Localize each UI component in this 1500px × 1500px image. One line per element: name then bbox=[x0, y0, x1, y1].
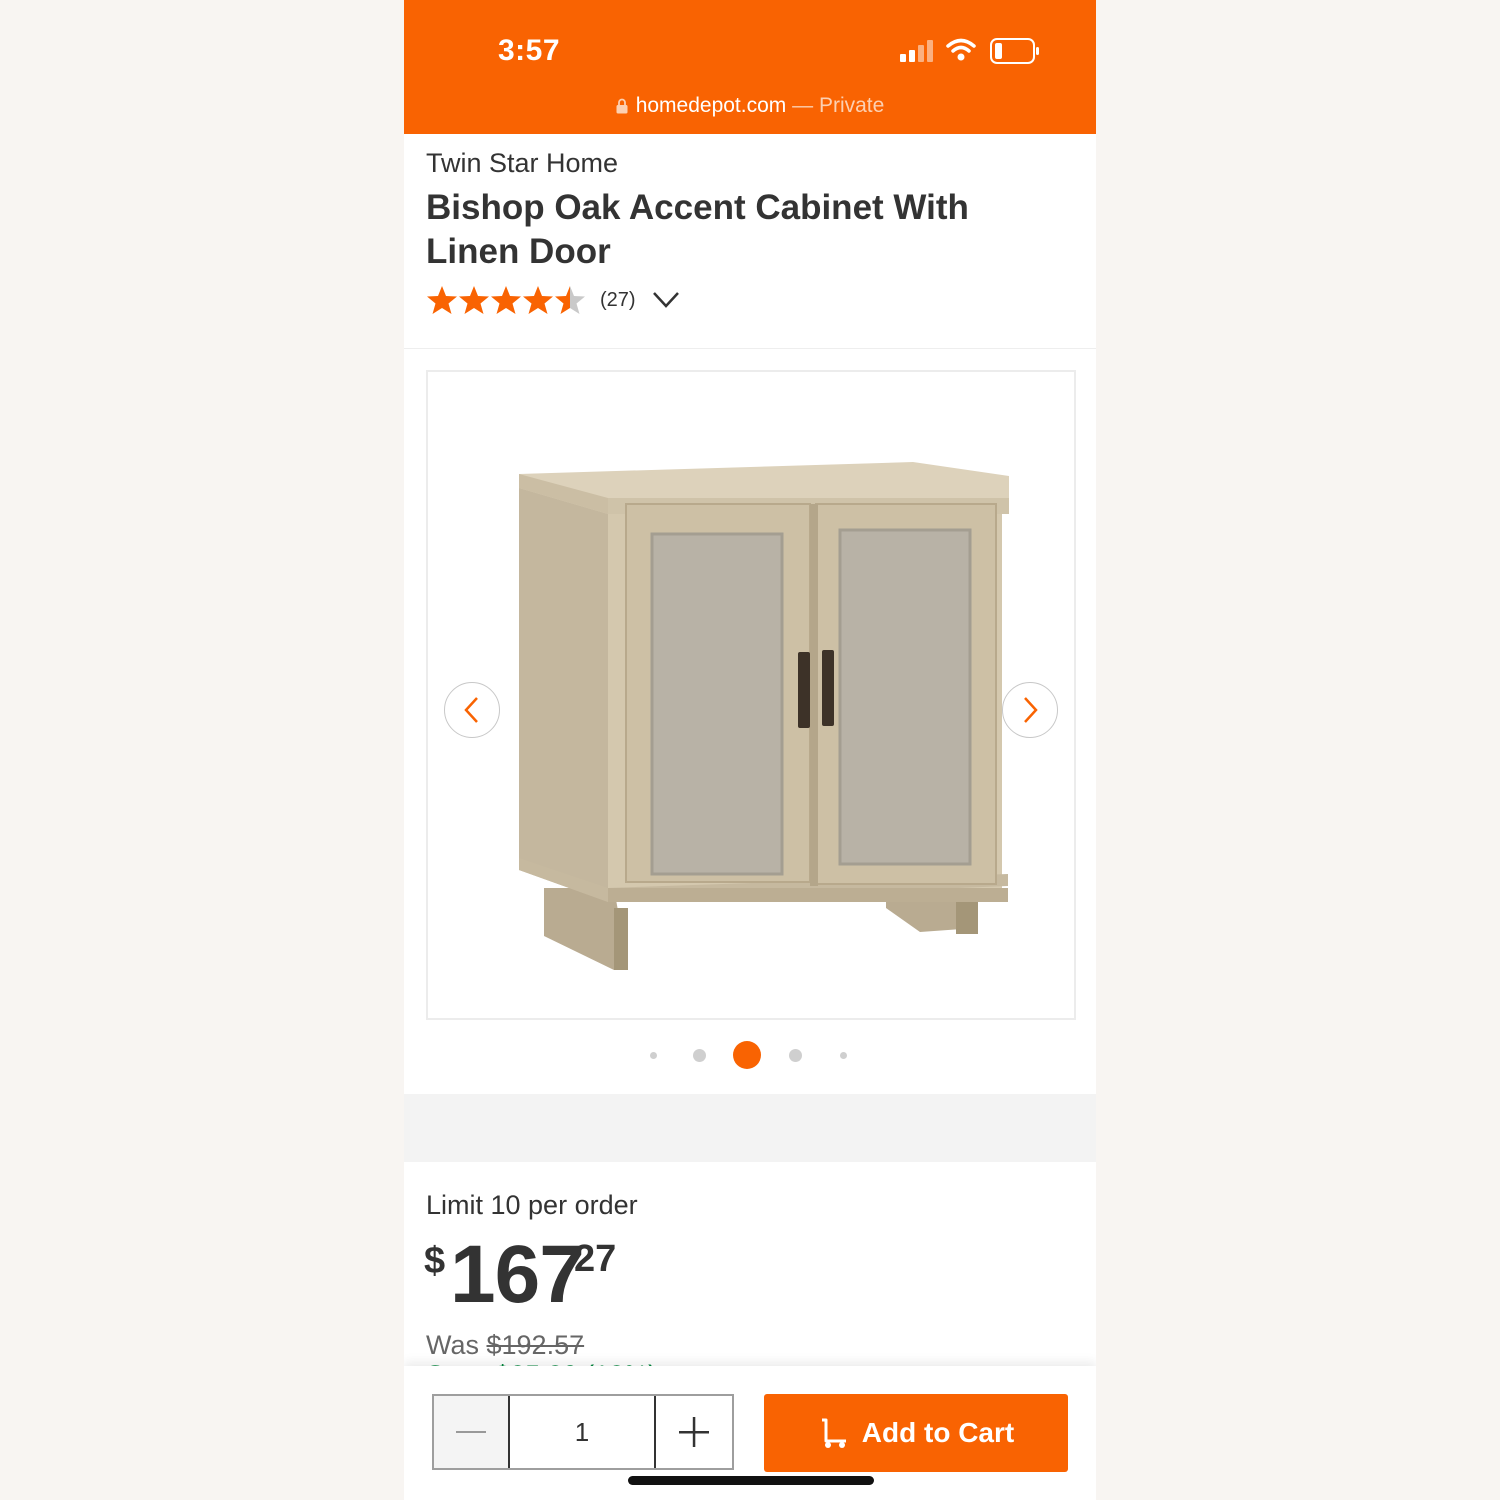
carousel-dot[interactable] bbox=[649, 1051, 657, 1059]
phone-screen: 3:57 homedepot.com — Private Twin Star H… bbox=[404, 0, 1096, 1500]
carousel-dot[interactable] bbox=[839, 1051, 847, 1059]
increase-quantity-button[interactable] bbox=[656, 1396, 732, 1468]
rating-summary[interactable]: (27) bbox=[426, 284, 680, 316]
chevron-left-icon bbox=[464, 697, 478, 723]
section-separator bbox=[404, 1094, 1096, 1162]
price-currency: $ bbox=[424, 1240, 446, 1282]
url-domain: homedepot.com bbox=[635, 94, 787, 117]
carousel-dot[interactable] bbox=[788, 1048, 802, 1062]
was-price: Was $192.57 bbox=[426, 1330, 584, 1361]
carousel-dots[interactable] bbox=[642, 1040, 852, 1070]
quantity-stepper: 1 bbox=[432, 1394, 734, 1470]
product-image-frame[interactable] bbox=[426, 370, 1076, 1020]
lock-icon bbox=[616, 98, 628, 114]
private-label: — Private bbox=[786, 94, 885, 117]
quantity-input[interactable]: 1 bbox=[510, 1396, 656, 1468]
home-indicator bbox=[628, 1476, 874, 1485]
decrease-quantity-button[interactable] bbox=[434, 1396, 510, 1468]
half-star-icon bbox=[555, 286, 585, 314]
cart-dolly-icon bbox=[821, 1418, 846, 1448]
previous-image-button[interactable] bbox=[444, 682, 500, 738]
divider bbox=[404, 348, 1096, 349]
battery-icon bbox=[990, 38, 1039, 64]
price-dollars: 167 bbox=[450, 1229, 585, 1320]
cellular-signal-icon bbox=[900, 40, 933, 62]
url-bar[interactable]: homedepot.com — Private bbox=[404, 94, 1096, 118]
product-brand[interactable]: Twin Star Home bbox=[426, 148, 618, 179]
add-to-cart-label: Add to Cart bbox=[861, 1417, 1015, 1448]
star-icon bbox=[491, 286, 521, 314]
product-title: Bishop Oak Accent Cabinet With Linen Doo… bbox=[426, 188, 969, 271]
plus-icon bbox=[679, 1417, 709, 1447]
minus-icon bbox=[456, 1431, 486, 1433]
was-label: Was bbox=[426, 1330, 487, 1360]
status-time: 3:57 bbox=[498, 34, 561, 67]
price-cents: 27 bbox=[574, 1238, 617, 1280]
product-image-cabinet bbox=[519, 462, 1009, 970]
order-limit: Limit 10 per order bbox=[426, 1190, 638, 1220]
carousel-dot-active[interactable] bbox=[733, 1041, 761, 1069]
next-image-button[interactable] bbox=[1002, 682, 1058, 738]
star-rating bbox=[426, 285, 586, 315]
wifi-icon bbox=[946, 38, 976, 61]
review-count[interactable]: (27) bbox=[600, 289, 636, 312]
star-icon bbox=[427, 286, 457, 314]
chevron-right-icon bbox=[1024, 697, 1038, 723]
carousel-dot[interactable] bbox=[692, 1048, 706, 1062]
star-icon bbox=[459, 286, 489, 314]
was-amount: $192.57 bbox=[486, 1330, 585, 1360]
add-to-cart-button[interactable]: Add to Cart bbox=[764, 1394, 1068, 1472]
chevron-down-icon[interactable] bbox=[652, 291, 680, 309]
status-and-url-bar: 3:57 homedepot.com — Private bbox=[404, 0, 1096, 134]
star-icon bbox=[523, 286, 553, 314]
